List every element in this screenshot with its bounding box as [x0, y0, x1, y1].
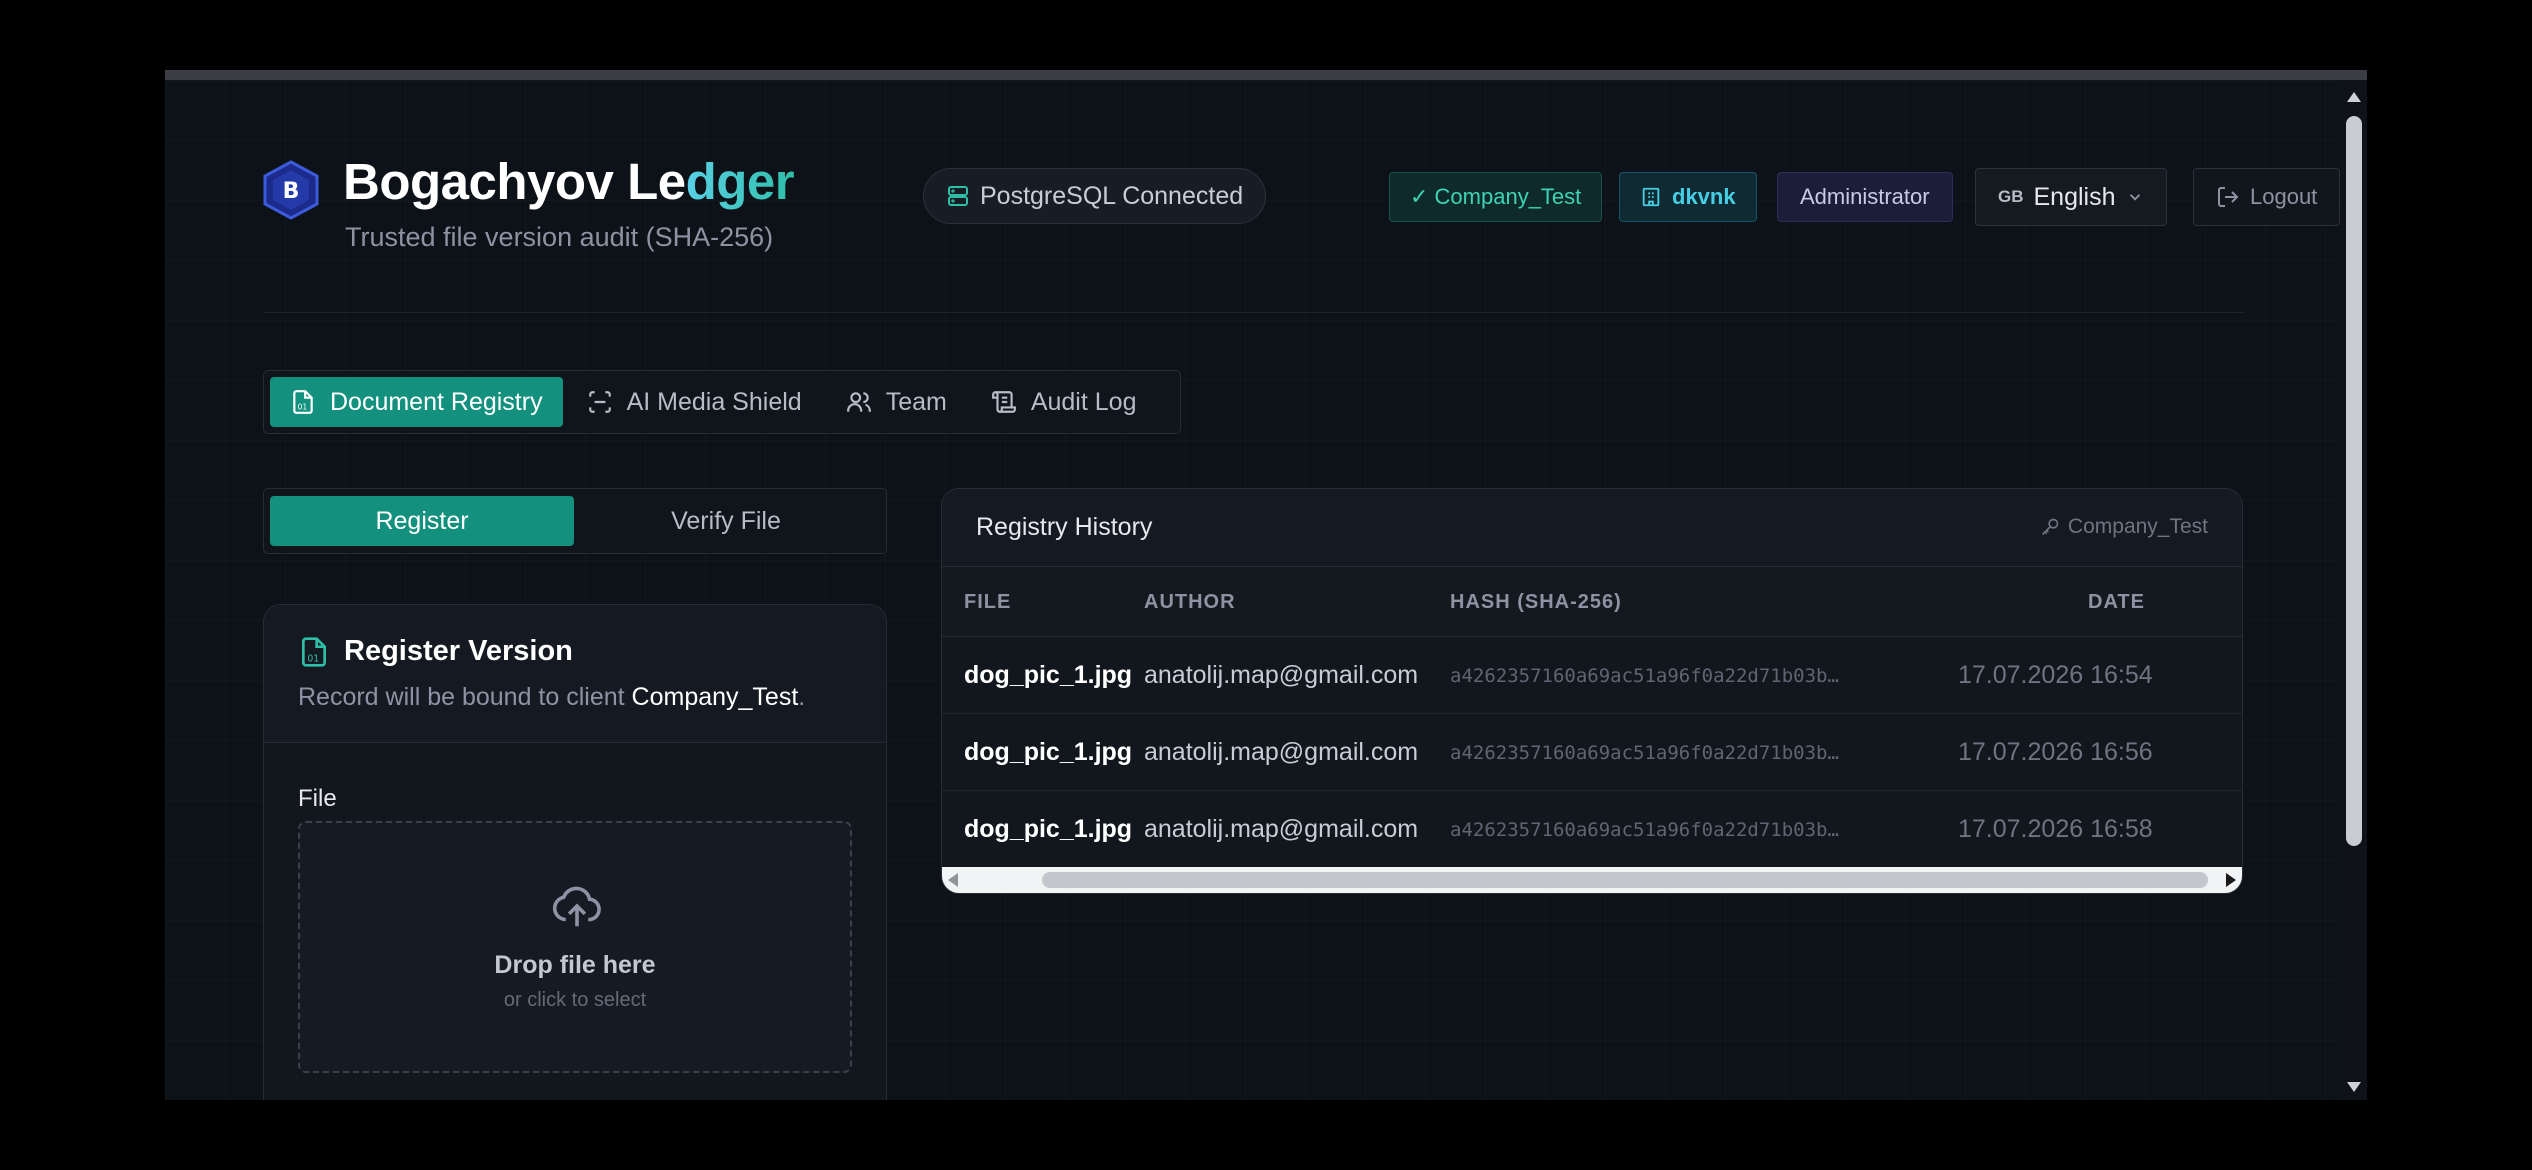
app-subtitle: Trusted file version audit (SHA-256)	[345, 222, 774, 252]
scan-icon	[588, 391, 611, 413]
history-header: Registry History Company_Test	[942, 489, 2242, 567]
tab-audit-log[interactable]: Audit Log	[971, 377, 1157, 427]
header: B Bogachyov Ledger Trusted file version …	[263, 153, 2341, 270]
vertical-scrollbar[interactable]	[2341, 80, 2367, 1100]
key-icon	[2041, 518, 2059, 536]
cell-author: anatolij.map@gmail.com	[1144, 815, 1419, 843]
column-header-author[interactable]: AUTHOR	[1144, 591, 1236, 614]
shield-logo-icon: B	[263, 160, 319, 220]
register-tab[interactable]: Register	[270, 496, 574, 546]
logout-button[interactable]: Logout	[2193, 168, 2341, 226]
column-header-file[interactable]: FILE	[964, 591, 1011, 614]
language-select[interactable]: GB English	[1975, 168, 2167, 226]
logout-icon	[2218, 187, 2239, 207]
file-binary-icon: 01	[293, 390, 313, 414]
header-divider	[263, 312, 2245, 313]
svg-text:01: 01	[298, 403, 308, 412]
main-nav: 01 Document Registry AI Media Shield Tea…	[263, 370, 1181, 434]
cell-hash: a4262357160a69ac51a96f0a22d71b03b…	[1450, 742, 1839, 764]
svg-text:B: B	[283, 179, 300, 204]
cell-author: anatolij.map@gmail.com	[1144, 661, 1419, 689]
tab-ai-media-shield[interactable]: AI Media Shield	[567, 377, 822, 427]
registry-history-panel: Registry History Company_Test FILE AUTHO…	[941, 488, 2243, 894]
card-title: Register Version	[344, 635, 573, 667]
cell-hash: a4262357160a69ac51a96f0a22d71b03b…	[1450, 665, 1839, 687]
column-header-date[interactable]: DATE	[2088, 591, 2145, 614]
scroll-right-icon[interactable]	[2226, 873, 2236, 887]
db-status-badge: PostgreSQL Connected	[923, 168, 1267, 224]
app-title: Bogachyov Ledger	[343, 153, 795, 210]
history-client: Company_Test	[2040, 515, 2208, 539]
scroll-down-icon[interactable]	[2347, 1082, 2361, 1092]
file-label: File	[298, 785, 337, 812]
cloud-upload-icon	[552, 886, 601, 927]
dropzone-subtitle: or click to select	[503, 989, 647, 1011]
history-title: Registry History	[976, 513, 1153, 541]
flag-icon: GB	[1998, 187, 2024, 206]
dropzone-title: Drop file here	[494, 951, 656, 979]
users-icon	[846, 392, 871, 412]
scrollbar-thumb[interactable]	[2346, 116, 2362, 846]
cell-date: 17.07.2026 16:54	[1958, 661, 2153, 689]
table-row[interactable]: dog_pic_1.jpg anatolij.map@gmail.com a42…	[942, 714, 2242, 791]
cell-date: 17.07.2026 16:56	[1958, 738, 2153, 766]
register-version-card: 01 Register Version Record will be bound…	[263, 604, 887, 1100]
chevron-down-icon	[2129, 194, 2140, 201]
scroll-up-icon[interactable]	[2347, 92, 2361, 102]
svg-text:01: 01	[307, 653, 319, 664]
role-badge: Administrator	[1777, 172, 1953, 222]
cell-hash: a4262357160a69ac51a96f0a22d71b03b…	[1450, 819, 1839, 841]
database-icon	[948, 186, 968, 206]
cell-file: dog_pic_1.jpg	[964, 815, 1133, 843]
table-header: FILE AUTHOR HASH (SHA-256) DATE	[942, 567, 2242, 637]
file-dropzone[interactable]: Drop file here or click to select	[298, 821, 852, 1073]
cell-date: 17.07.2026 16:58	[1958, 815, 2153, 843]
file-binary-icon: 01	[302, 637, 326, 667]
table-row[interactable]: dog_pic_1.jpg anatolij.map@gmail.com a42…	[942, 637, 2242, 714]
cell-file: dog_pic_1.jpg	[964, 661, 1133, 689]
app-window: B Bogachyov Ledger Trusted file version …	[165, 70, 2367, 1100]
column-header-hash[interactable]: HASH (SHA-256)	[1450, 591, 1622, 614]
building-icon	[1642, 187, 1660, 207]
scroll-left-icon[interactable]	[948, 873, 958, 887]
card-header: 01 Register Version Record will be bound…	[264, 605, 886, 743]
company-badge: ✓ Company_Test	[1389, 172, 1603, 222]
register-verify-switch: Register Verify File	[263, 488, 887, 554]
user-badge: dkvnk	[1619, 172, 1757, 222]
card-description: Record will be bound to client Company_T…	[298, 683, 806, 711]
verify-file-tab[interactable]: Verify File	[574, 496, 878, 546]
tab-document-registry[interactable]: 01 Document Registry	[270, 377, 563, 427]
cell-author: anatolij.map@gmail.com	[1144, 738, 1419, 766]
horizontal-scrollbar[interactable]	[942, 867, 2242, 893]
scroll-icon	[991, 391, 1016, 413]
cell-file: dog_pic_1.jpg	[964, 738, 1133, 766]
scrollbar-thumb[interactable]	[1042, 872, 2208, 888]
table-row[interactable]: dog_pic_1.jpg anatolij.map@gmail.com a42…	[942, 791, 2242, 868]
tab-team[interactable]: Team	[826, 377, 967, 427]
